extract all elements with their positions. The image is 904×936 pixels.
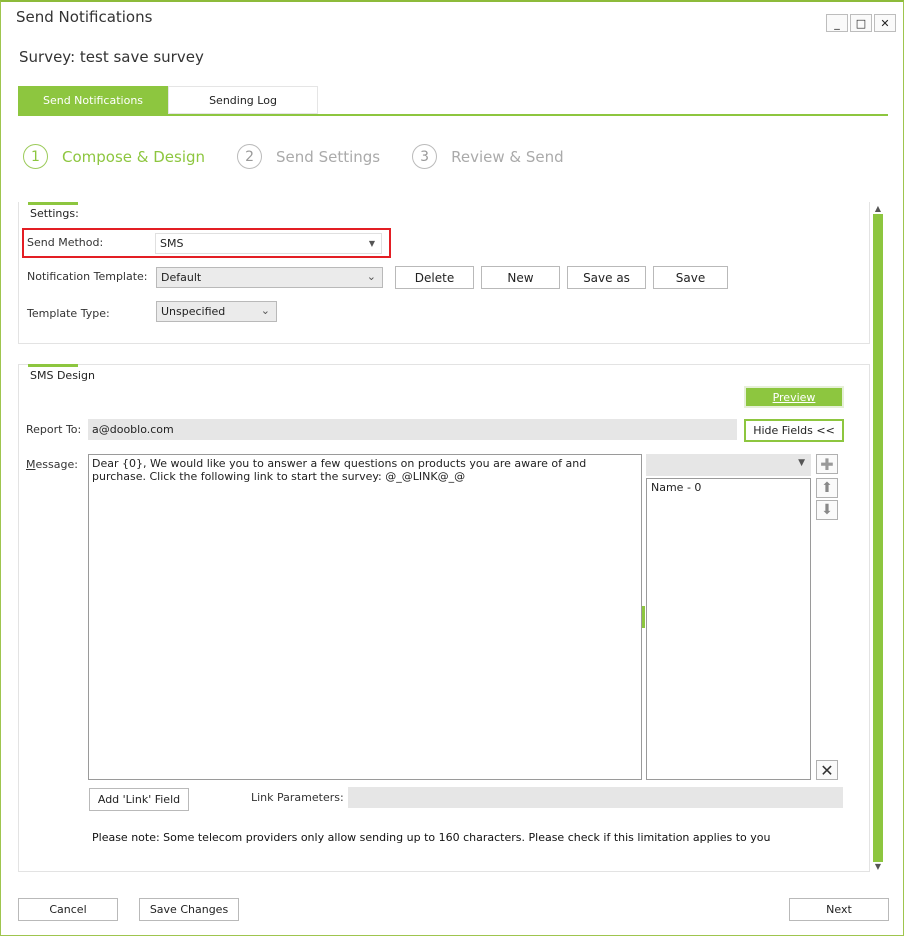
message-textarea[interactable]: Dear {0}, We would like you to answer a … (88, 454, 642, 780)
cancel-button[interactable]: Cancel (18, 898, 118, 921)
send-method-value: SMS (160, 237, 184, 250)
step-label: Review & Send (451, 147, 564, 166)
send-notifications-window: Send Notifications _ □ ✕ Survey: test sa… (0, 0, 904, 936)
field-dropdown[interactable]: ▼ (646, 454, 811, 476)
tab-underline (18, 114, 888, 116)
step-number: 2 (237, 144, 263, 169)
step-label: Compose & Design (62, 147, 206, 166)
send-method-select[interactable]: SMS ▼ (155, 233, 382, 254)
chevron-down-icon: ▼ (368, 239, 375, 248)
chevron-down-icon: ⌄ (366, 270, 376, 283)
send-method-label: Send Method: (27, 236, 104, 249)
field-list: Name - 0 (646, 478, 811, 780)
tab-bar: Send Notifications Sending Log (18, 86, 318, 114)
step-label: Send Settings (276, 147, 381, 166)
panel-accent (28, 202, 78, 205)
report-to-label: Report To: (26, 423, 82, 436)
delete-template-button[interactable]: Delete (395, 266, 474, 289)
scroll-up-icon[interactable]: ▲ (873, 204, 883, 213)
report-to-input[interactable]: a@dooblo.com (88, 419, 737, 440)
notification-template-value: Default (161, 271, 202, 284)
step-compose-design[interactable]: 1 Compose & Design (23, 144, 205, 169)
template-type-select[interactable]: Unspecified ⌄ (156, 301, 277, 322)
window-controls: _ □ ✕ (826, 14, 896, 32)
link-parameters-label: Link Parameters: (251, 791, 344, 804)
preview-button[interactable]: Preview (744, 386, 844, 408)
step-review-send[interactable]: 3 Review & Send (412, 144, 564, 169)
template-type-value: Unspecified (161, 305, 226, 318)
step-number: 1 (23, 144, 48, 169)
step-send-settings[interactable]: 2 Send Settings (237, 144, 380, 169)
arrow-down-icon: ⬇ (821, 502, 833, 518)
panel-accent (28, 364, 78, 367)
plus-icon: ✚ (820, 454, 834, 474)
link-parameters-input[interactable] (348, 787, 843, 808)
step-number: 3 (412, 144, 438, 169)
wizard-steps: 1 Compose & Design 2 Send Settings 3 Rev… (23, 144, 596, 169)
chevron-down-icon: ⌄ (260, 304, 270, 317)
move-up-button[interactable]: ⬆ (816, 478, 838, 498)
add-link-field-button[interactable]: Add 'Link' Field (89, 788, 189, 811)
arrow-up-icon: ⬆ (821, 480, 833, 496)
hide-fields-button[interactable]: Hide Fields << (744, 419, 844, 442)
template-type-label: Template Type: (27, 307, 110, 320)
message-label: Message: (26, 458, 78, 471)
maximize-button[interactable]: □ (850, 14, 872, 32)
tab-send-notifications[interactable]: Send Notifications (18, 86, 168, 114)
tab-sending-log[interactable]: Sending Log (168, 86, 318, 114)
sms-length-note: Please note: Some telecom providers only… (92, 831, 771, 844)
splitter-handle[interactable] (642, 606, 645, 628)
save-as-template-button[interactable]: Save as (567, 266, 646, 289)
close-icon: ✕ (820, 760, 834, 780)
save-changes-button[interactable]: Save Changes (139, 898, 239, 921)
close-window-button[interactable]: ✕ (874, 14, 896, 32)
chevron-down-icon: ▼ (798, 458, 805, 468)
list-item[interactable]: Name - 0 (651, 481, 806, 494)
remove-field-button[interactable]: ✕ (816, 760, 838, 780)
notification-template-label: Notification Template: (27, 270, 148, 283)
vertical-scrollbar[interactable] (873, 214, 883, 862)
move-down-button[interactable]: ⬇ (816, 500, 838, 520)
scroll-down-icon[interactable]: ▼ (873, 862, 883, 871)
new-template-button[interactable]: New (481, 266, 560, 289)
survey-title: Survey: test save survey (19, 48, 204, 66)
add-field-button[interactable]: ✚ (816, 454, 838, 474)
minimize-button[interactable]: _ (826, 14, 848, 32)
save-template-button[interactable]: Save (653, 266, 728, 289)
next-button[interactable]: Next (789, 898, 889, 921)
window-title: Send Notifications (16, 8, 153, 26)
settings-title: Settings: (30, 207, 79, 220)
notification-template-select[interactable]: Default ⌄ (156, 267, 383, 288)
sms-design-title: SMS Design (30, 369, 95, 382)
